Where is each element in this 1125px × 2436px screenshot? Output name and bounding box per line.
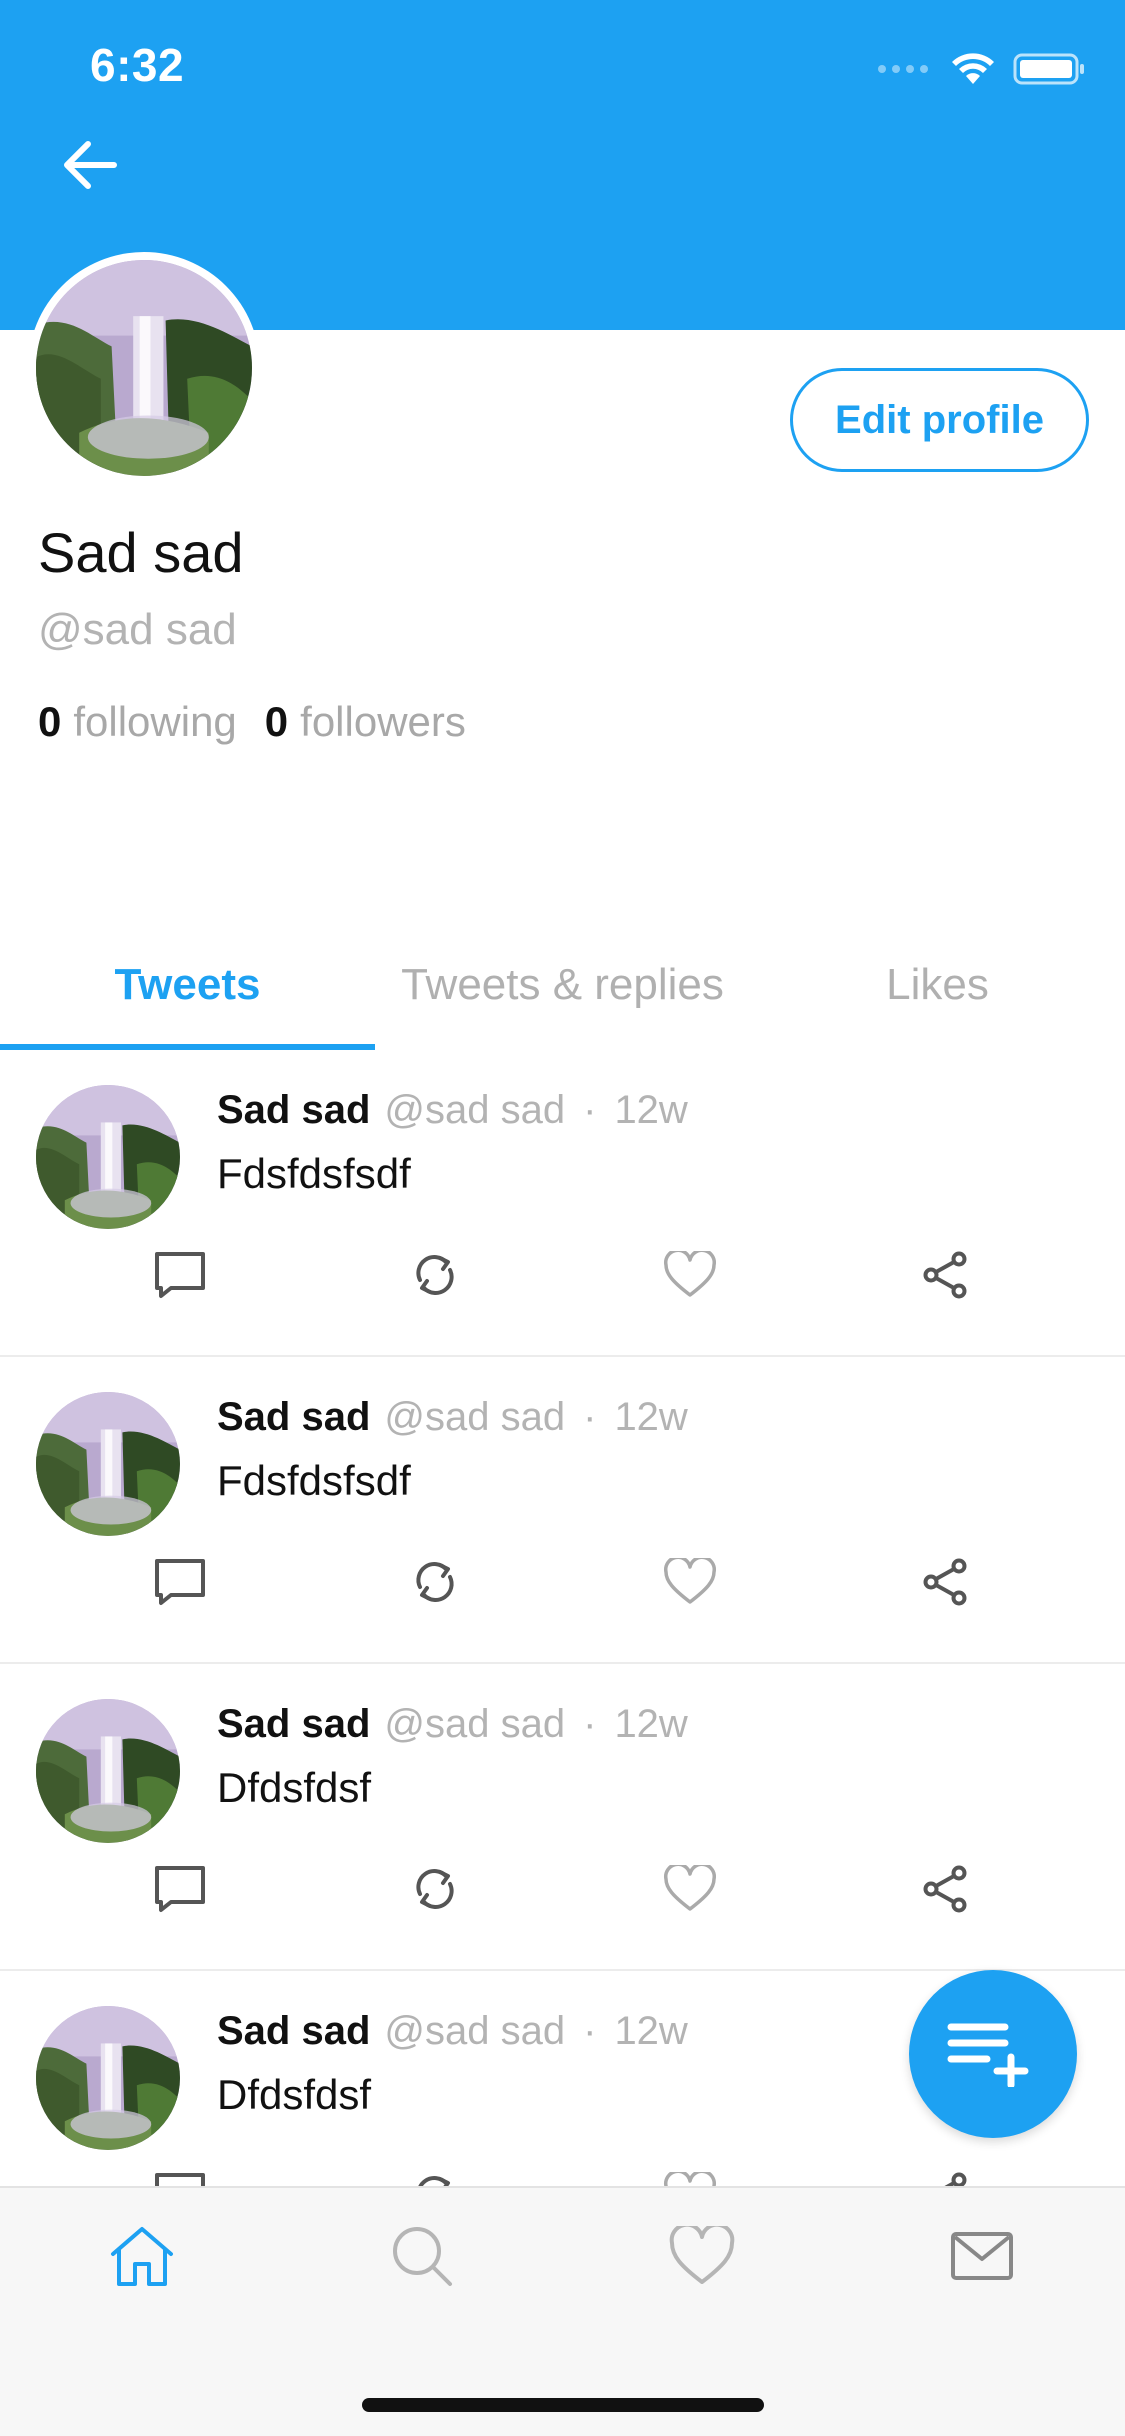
like-button[interactable]: [655, 1854, 725, 1924]
share-icon: [923, 1865, 967, 1913]
back-button[interactable]: [60, 140, 130, 200]
like-button[interactable]: [655, 2161, 725, 2186]
share-button[interactable]: [910, 1240, 980, 1310]
status-icons: [877, 48, 1085, 90]
tweet-avatar[interactable]: [36, 1085, 180, 1229]
battery-icon: [1013, 53, 1084, 85]
following-label: following: [73, 698, 237, 745]
followers-stat[interactable]: 0 followers: [265, 698, 466, 746]
tweet-author-handle: @sad sad: [384, 1395, 566, 1439]
heart-icon: [664, 1865, 716, 1911]
heart-icon: [664, 1558, 716, 1604]
tab-tweets-replies[interactable]: Tweets & replies: [375, 920, 750, 1050]
tweet-text: Dfdsfdsf: [217, 2071, 372, 2118]
compose-tweet-icon: [947, 2023, 1029, 2087]
search-icon: [393, 2227, 452, 2286]
share-icon: [923, 1558, 967, 1606]
tweet-item[interactable]: Sad sad @sad sad · 12w Fdsfdsfsdf: [0, 1050, 1125, 1357]
edit-profile-button[interactable]: Edit profile: [790, 368, 1089, 472]
retweet-button[interactable]: [400, 1854, 470, 1924]
tweet-author-handle: @sad sad: [384, 1088, 566, 1132]
profile-avatar[interactable]: [28, 252, 260, 484]
tweet-actions: [0, 1240, 1125, 1310]
heart-icon: [664, 1251, 716, 1297]
reply-button[interactable]: [145, 1854, 215, 1924]
share-button[interactable]: [910, 2161, 980, 2186]
tweet-author-handle: @sad sad: [384, 2009, 566, 2053]
share-button[interactable]: [910, 1854, 980, 1924]
heart-icon: [664, 2172, 716, 2186]
signal-icon: [878, 65, 928, 73]
profile-tabs: Tweets Tweets & replies Likes: [0, 920, 1125, 1050]
tweet-avatar[interactable]: [36, 1392, 180, 1536]
compose-tweet-button[interactable]: [909, 1970, 1077, 2138]
like-button[interactable]: [655, 1240, 725, 1310]
comment-icon: [155, 2173, 205, 2186]
home-indicator[interactable]: [362, 2398, 764, 2412]
profile-screen: 6:32 Edit profile Sad sad @sad sad 0 fol…: [0, 0, 1125, 2436]
tweet-meta-dot: ·: [583, 2009, 597, 2053]
reply-button[interactable]: [145, 1240, 215, 1310]
share-icon: [944, 2172, 967, 2186]
following-stat[interactable]: 0 following: [38, 698, 237, 746]
reply-button[interactable]: [145, 1547, 215, 1617]
retweet-icon: [416, 1869, 454, 1909]
reply-button[interactable]: [145, 2161, 215, 2186]
tweet-item[interactable]: Sad sad @sad sad · 12w Fdsfdsfsdf: [0, 1357, 1125, 1664]
tab-likes[interactable]: Likes: [750, 920, 1125, 1050]
arrow-left-icon: [64, 141, 117, 189]
tweet-time: 12w: [614, 1702, 688, 1746]
tweet-text: Fdsfdsfsdf: [217, 1150, 411, 1197]
share-icon: [923, 1251, 967, 1299]
wifi-icon: [952, 53, 994, 84]
tweet-text: Fdsfdsfsdf: [217, 1457, 411, 1504]
followers-label: followers: [300, 698, 466, 745]
nav-home[interactable]: [100, 2214, 184, 2298]
like-button[interactable]: [655, 1547, 725, 1617]
tweet-time: 12w: [614, 2009, 688, 2053]
tweet-author-name: Sad sad: [217, 1088, 371, 1132]
followers-count: 0: [264, 698, 289, 745]
tweet-avatar[interactable]: [36, 2006, 180, 2150]
comment-icon: [155, 1559, 205, 1605]
following-count: 0: [38, 698, 62, 745]
tweet-time: 12w: [614, 1395, 688, 1439]
mail-icon: [951, 2232, 1013, 2280]
retweet-icon: [416, 1255, 454, 1295]
nav-likes[interactable]: [660, 2214, 744, 2298]
retweet-button[interactable]: [400, 2161, 470, 2186]
tweet-author-handle: @sad sad: [384, 1702, 566, 1746]
home-icon: [111, 2227, 173, 2286]
tweet-author-name: Sad sad: [217, 1395, 371, 1439]
share-button[interactable]: [910, 1547, 980, 1617]
heart-icon: [669, 2226, 735, 2284]
tweet-author-name: Sad sad: [217, 2009, 371, 2053]
tweet-actions: [0, 1854, 1125, 1924]
tweet-text: Dfdsfdsf: [217, 1764, 372, 1811]
nav-search[interactable]: [380, 2214, 464, 2298]
nav-messages[interactable]: [940, 2214, 1024, 2298]
tweet-meta-dot: ·: [583, 1702, 597, 1746]
comment-icon: [155, 1252, 205, 1298]
retweet-icon: [416, 1562, 454, 1602]
retweet-button[interactable]: [400, 1547, 470, 1617]
tweet-avatar[interactable]: [36, 1699, 180, 1843]
retweet-button[interactable]: [400, 1240, 470, 1310]
follow-stats: 0 following 0 followers: [38, 698, 466, 746]
tweet-actions: [0, 2161, 1125, 2186]
tweet-actions: [0, 1547, 1125, 1617]
comment-icon: [155, 1866, 205, 1912]
profile-display-name: Sad sad: [38, 521, 244, 584]
tweet-item[interactable]: Sad sad @sad sad · 12w Dfdsfdsf: [0, 1664, 1125, 1971]
tweet-meta-dot: ·: [583, 1088, 597, 1132]
tab-tweets[interactable]: Tweets: [0, 920, 375, 1050]
tweet-author-name: Sad sad: [217, 1702, 371, 1746]
status-time: 6:32: [90, 39, 185, 91]
profile-handle: @sad sad: [38, 605, 237, 654]
retweet-icon: [418, 2176, 450, 2186]
tweet-meta-dot: ·: [583, 1395, 597, 1439]
tweet-time: 12w: [614, 1088, 688, 1132]
